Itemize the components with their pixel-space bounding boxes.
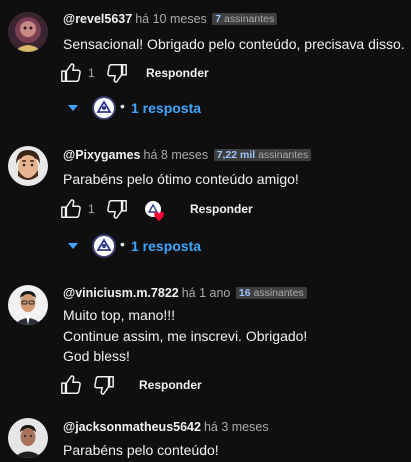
comment-text: Parabéns pelo conteúdo! (63, 440, 219, 461)
view-replies-button[interactable]: • 1 resposta (64, 234, 264, 260)
author-handle[interactable]: @Pixygames (63, 148, 141, 162)
timestamp[interactable]: há 10 meses (135, 12, 207, 26)
comment-line: Muito top, mano!!! (63, 307, 176, 323)
timestamp[interactable]: há 3 meses (204, 420, 269, 434)
timestamp[interactable]: há 1 ano (182, 286, 231, 300)
like-count: 1 (88, 66, 95, 80)
comment-line: Parabéns pelo conteúdo! (63, 442, 219, 458)
thumbs-up-icon[interactable] (60, 62, 82, 84)
comment-text: Sensacional! Obrigado pelo conteúdo, pre… (63, 34, 405, 55)
subscriber-count: 7,22 mil (216, 149, 256, 161)
reply-button[interactable]: Responder (146, 66, 209, 80)
comment-line: Parabéns pelo ótimo conteúdo amigo! (63, 171, 299, 187)
subscriber-label: assinantes (258, 149, 309, 161)
comment-header: @viniciusm.m.7822 há 1 ano 16 assinantes (63, 285, 307, 301)
comment-text: Muito top, mano!!! Continue assim, me in… (63, 305, 307, 367)
caret-down-icon (68, 243, 78, 249)
replies-count-label: 1 resposta (131, 100, 202, 116)
thumbs-down-icon[interactable] (106, 62, 128, 84)
thumbs-down-icon[interactable] (93, 374, 115, 396)
separator-dot: • (120, 236, 125, 252)
thumbs-down-icon[interactable] (106, 198, 128, 220)
comment-line: God bless! (63, 348, 130, 364)
avatar[interactable] (8, 285, 48, 325)
comment-header: @revel5637 há 10 meses 7 assinantes (63, 11, 278, 27)
author-handle[interactable]: @revel5637 (63, 12, 132, 26)
comment-header: @jacksonmatheus5642 há 3 meses (63, 419, 269, 435)
subscriber-label: assinantes (253, 287, 304, 299)
subscriber-badge: 7 assinantes (212, 13, 278, 25)
comment-header: @Pixygames há 8 meses 7,22 mil assinantes (63, 147, 312, 163)
comment-actions: 1 Responder (60, 198, 400, 222)
view-replies-button[interactable]: • 1 resposta (64, 96, 264, 122)
avatar[interactable] (8, 146, 48, 186)
thumbs-up-icon[interactable] (60, 374, 82, 396)
author-handle[interactable]: @jacksonmatheus5642 (63, 420, 201, 434)
separator-dot: • (120, 98, 125, 114)
replies-count-label: 1 resposta (131, 238, 202, 254)
subscriber-count: 16 (238, 287, 251, 299)
creator-heart-icon (144, 200, 166, 222)
like-count: 1 (88, 202, 95, 216)
subscriber-badge: 7,22 mil assinantes (213, 149, 312, 161)
author-handle[interactable]: @viniciusm.m.7822 (63, 286, 179, 300)
comment-line: Sensacional! Obrigado pelo conteúdo, pre… (63, 36, 405, 52)
reply-button[interactable]: Responder (190, 202, 253, 216)
thumbs-up-icon[interactable] (60, 198, 82, 220)
avatar[interactable] (8, 12, 48, 52)
comment-text: Parabéns pelo ótimo conteúdo amigo! (63, 169, 299, 190)
reply-author-avatar (92, 96, 116, 120)
comment-actions: Responder (60, 374, 400, 398)
timestamp[interactable]: há 8 meses (144, 148, 209, 162)
reply-author-avatar (92, 234, 116, 258)
avatar[interactable] (8, 418, 48, 458)
reply-button[interactable]: Responder (139, 378, 202, 392)
comment-actions: 1 Responder (60, 62, 400, 86)
subscriber-badge: 16 assinantes (235, 287, 307, 299)
subscriber-count: 7 (215, 13, 222, 25)
caret-down-icon (68, 105, 78, 111)
subscriber-label: assinantes (224, 13, 275, 25)
comment-line: Continue assim, me inscrevi. Obrigado! (63, 327, 308, 344)
